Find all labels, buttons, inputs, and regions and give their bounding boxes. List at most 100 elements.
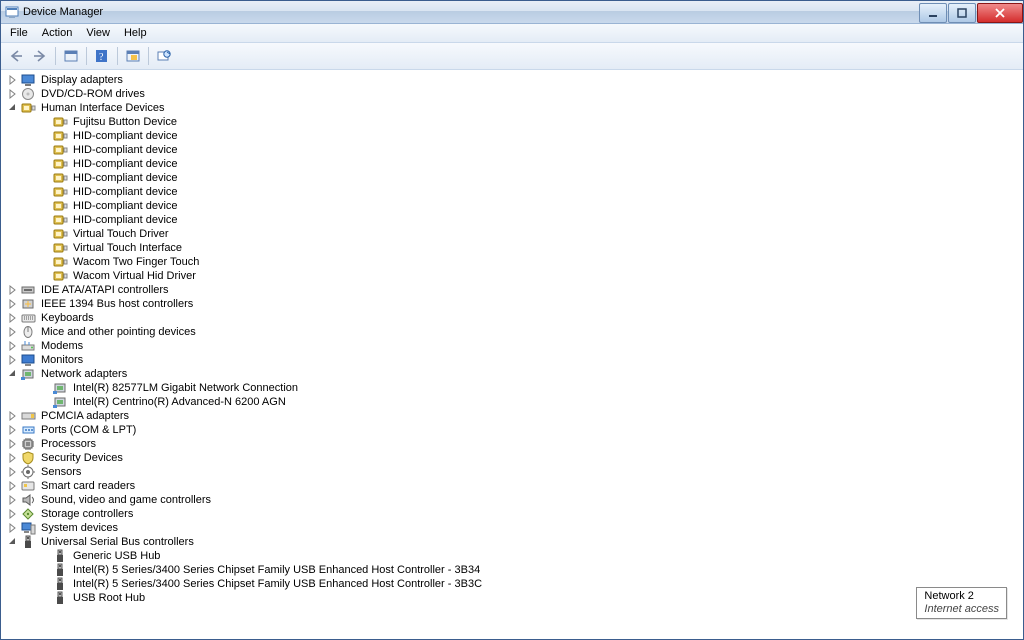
tree-item[interactable]: DVD/CD-ROM drives <box>1 87 1023 101</box>
security-icon <box>21 451 37 465</box>
tree-item[interactable]: HID-compliant device <box>1 199 1023 213</box>
tree-item[interactable]: USB Root Hub <box>1 591 1023 605</box>
tree-item-label: Intel(R) 5 Series/3400 Series Chipset Fa… <box>71 578 484 590</box>
expand-icon[interactable] <box>7 410 19 422</box>
tree-item[interactable]: HID-compliant device <box>1 157 1023 171</box>
expand-icon[interactable] <box>7 284 19 296</box>
maximize-button[interactable] <box>948 3 976 23</box>
tree-item[interactable]: Sound, video and game controllers <box>1 493 1023 507</box>
network-tooltip: Network 2 Internet access <box>916 587 1007 619</box>
smartcard-icon <box>21 479 37 493</box>
expand-icon[interactable] <box>7 494 19 506</box>
collapse-icon[interactable] <box>7 368 19 380</box>
toolbar: ? <box>1 43 1023 70</box>
close-button[interactable] <box>977 3 1023 23</box>
tree-item-label: Human Interface Devices <box>39 102 167 114</box>
expand-icon[interactable] <box>7 424 19 436</box>
system-icon <box>21 521 37 535</box>
tree-item[interactable]: Modems <box>1 339 1023 353</box>
tree-item[interactable]: Intel(R) Centrino(R) Advanced-N 6200 AGN <box>1 395 1023 409</box>
tree-toggle-leaf <box>23 550 35 562</box>
tree-item-label: Security Devices <box>39 452 125 464</box>
tree-item[interactable]: Intel(R) 5 Series/3400 Series Chipset Fa… <box>1 563 1023 577</box>
tree-item[interactable]: Security Devices <box>1 451 1023 465</box>
tree-item-label: Network adapters <box>39 368 129 380</box>
expand-icon[interactable] <box>7 480 19 492</box>
tree-item[interactable]: Smart card readers <box>1 479 1023 493</box>
tree-item[interactable]: Wacom Two Finger Touch <box>1 255 1023 269</box>
tree-item[interactable]: Mice and other pointing devices <box>1 325 1023 339</box>
expand-icon[interactable] <box>7 508 19 520</box>
expand-icon[interactable] <box>7 326 19 338</box>
menu-view[interactable]: View <box>79 26 117 40</box>
expand-icon[interactable] <box>7 88 19 100</box>
tree-item[interactable]: IEEE 1394 Bus host controllers <box>1 297 1023 311</box>
menu-help[interactable]: Help <box>117 26 154 40</box>
tree-item[interactable]: Virtual Touch Interface <box>1 241 1023 255</box>
help-button[interactable]: ? <box>90 44 114 68</box>
tree-item[interactable]: PCMCIA adapters <box>1 409 1023 423</box>
display-icon <box>21 73 37 87</box>
hidi-icon <box>53 269 69 283</box>
collapse-icon[interactable] <box>7 536 19 548</box>
tree-item[interactable]: Display adapters <box>1 73 1023 87</box>
titlebar[interactable]: Device Manager <box>1 1 1023 24</box>
tree-item[interactable]: Virtual Touch Driver <box>1 227 1023 241</box>
expand-icon[interactable] <box>7 74 19 86</box>
tree-item[interactable]: Universal Serial Bus controllers <box>1 535 1023 549</box>
refresh-button[interactable] <box>152 44 176 68</box>
tree-item[interactable]: Network adapters <box>1 367 1023 381</box>
tree-item[interactable]: IDE ATA/ATAPI controllers <box>1 283 1023 297</box>
tree-item-label: Smart card readers <box>39 480 137 492</box>
tree-toggle-leaf <box>23 130 35 142</box>
tree-item[interactable]: Processors <box>1 437 1023 451</box>
tree-item[interactable]: Keyboards <box>1 311 1023 325</box>
tree-toggle-leaf <box>23 158 35 170</box>
expand-icon[interactable] <box>7 298 19 310</box>
modem-icon <box>21 339 37 353</box>
tree-item[interactable]: HID-compliant device <box>1 129 1023 143</box>
tree-item[interactable]: Intel(R) 82577LM Gigabit Network Connect… <box>1 381 1023 395</box>
tree-item[interactable]: Sensors <box>1 465 1023 479</box>
svg-text:?: ? <box>99 52 104 63</box>
tree-item[interactable]: Human Interface Devices <box>1 101 1023 115</box>
tree-item-label: Intel(R) 82577LM Gigabit Network Connect… <box>71 382 300 394</box>
tree-item[interactable]: Monitors <box>1 353 1023 367</box>
tree-item[interactable]: Storage controllers <box>1 507 1023 521</box>
tree-toggle-leaf <box>23 228 35 240</box>
tree-item-label: IEEE 1394 Bus host controllers <box>39 298 195 310</box>
tree-item[interactable]: HID-compliant device <box>1 185 1023 199</box>
tree-toggle-leaf <box>23 116 35 128</box>
expand-icon[interactable] <box>7 438 19 450</box>
tree-item-label: Generic USB Hub <box>71 550 162 562</box>
tree-item[interactable]: Generic USB Hub <box>1 549 1023 563</box>
tree-item[interactable]: Wacom Virtual Hid Driver <box>1 269 1023 283</box>
window: Device Manager File Action View Help ? D… <box>0 0 1024 640</box>
tree-item[interactable]: System devices <box>1 521 1023 535</box>
expand-icon[interactable] <box>7 452 19 464</box>
forward-button[interactable] <box>28 44 52 68</box>
expand-icon[interactable] <box>7 354 19 366</box>
device-tree[interactable]: Display adaptersDVD/CD-ROM drivesHuman I… <box>1 71 1023 639</box>
tree-item[interactable]: Fujitsu Button Device <box>1 115 1023 129</box>
toolbar-separator <box>148 47 149 65</box>
expand-icon[interactable] <box>7 340 19 352</box>
expand-icon[interactable] <box>7 466 19 478</box>
tree-item[interactable]: HID-compliant device <box>1 213 1023 227</box>
expand-icon[interactable] <box>7 312 19 324</box>
tree-item-label: Sound, video and game controllers <box>39 494 213 506</box>
minimize-button[interactable] <box>919 3 947 23</box>
tree-item[interactable]: Intel(R) 5 Series/3400 Series Chipset Fa… <box>1 577 1023 591</box>
tree-item[interactable]: HID-compliant device <box>1 171 1023 185</box>
menu-file[interactable]: File <box>3 26 35 40</box>
tree-item[interactable]: HID-compliant device <box>1 143 1023 157</box>
expand-icon[interactable] <box>7 522 19 534</box>
tree-item[interactable]: Ports (COM & LPT) <box>1 423 1023 437</box>
collapse-icon[interactable] <box>7 102 19 114</box>
menu-action[interactable]: Action <box>35 26 80 40</box>
show-hidden-button[interactable] <box>59 44 83 68</box>
back-button[interactable] <box>4 44 28 68</box>
scan-button[interactable] <box>121 44 145 68</box>
tree-toggle-leaf <box>23 578 35 590</box>
tree-item-label: HID-compliant device <box>71 144 180 156</box>
